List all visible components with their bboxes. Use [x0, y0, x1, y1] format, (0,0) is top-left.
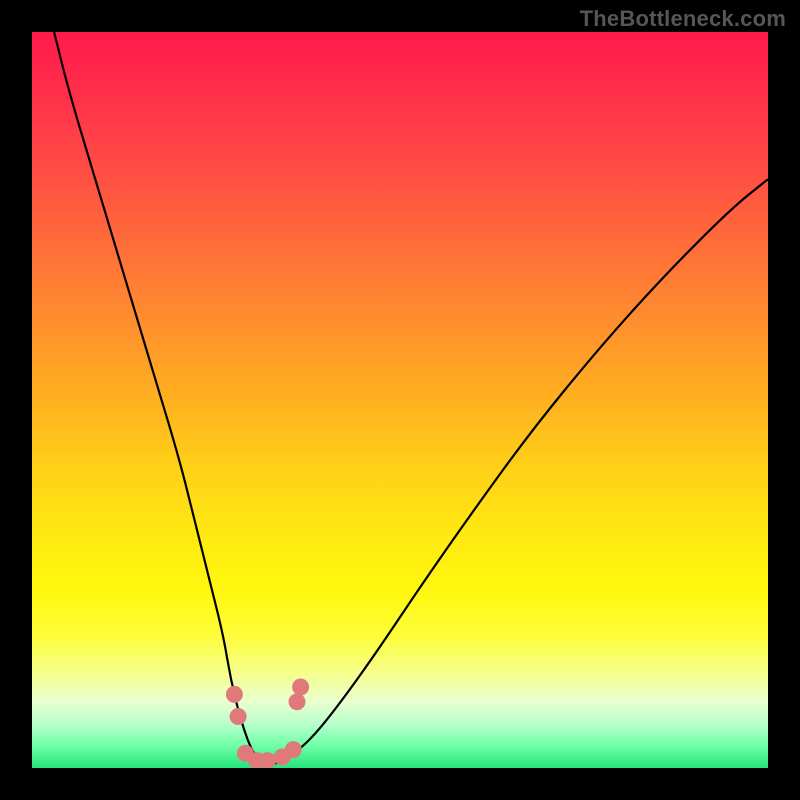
watermark-text: TheBottleneck.com — [580, 6, 786, 32]
marker-dots — [226, 679, 309, 769]
marker-dot — [289, 693, 306, 710]
marker-dot — [230, 708, 247, 725]
marker-dot — [226, 686, 243, 703]
chart-svg — [32, 32, 768, 768]
bottleneck-curve — [54, 32, 768, 764]
marker-dot — [292, 679, 309, 696]
plot-area — [32, 32, 768, 768]
chart-frame: TheBottleneck.com — [0, 0, 800, 800]
marker-dot — [285, 741, 302, 758]
